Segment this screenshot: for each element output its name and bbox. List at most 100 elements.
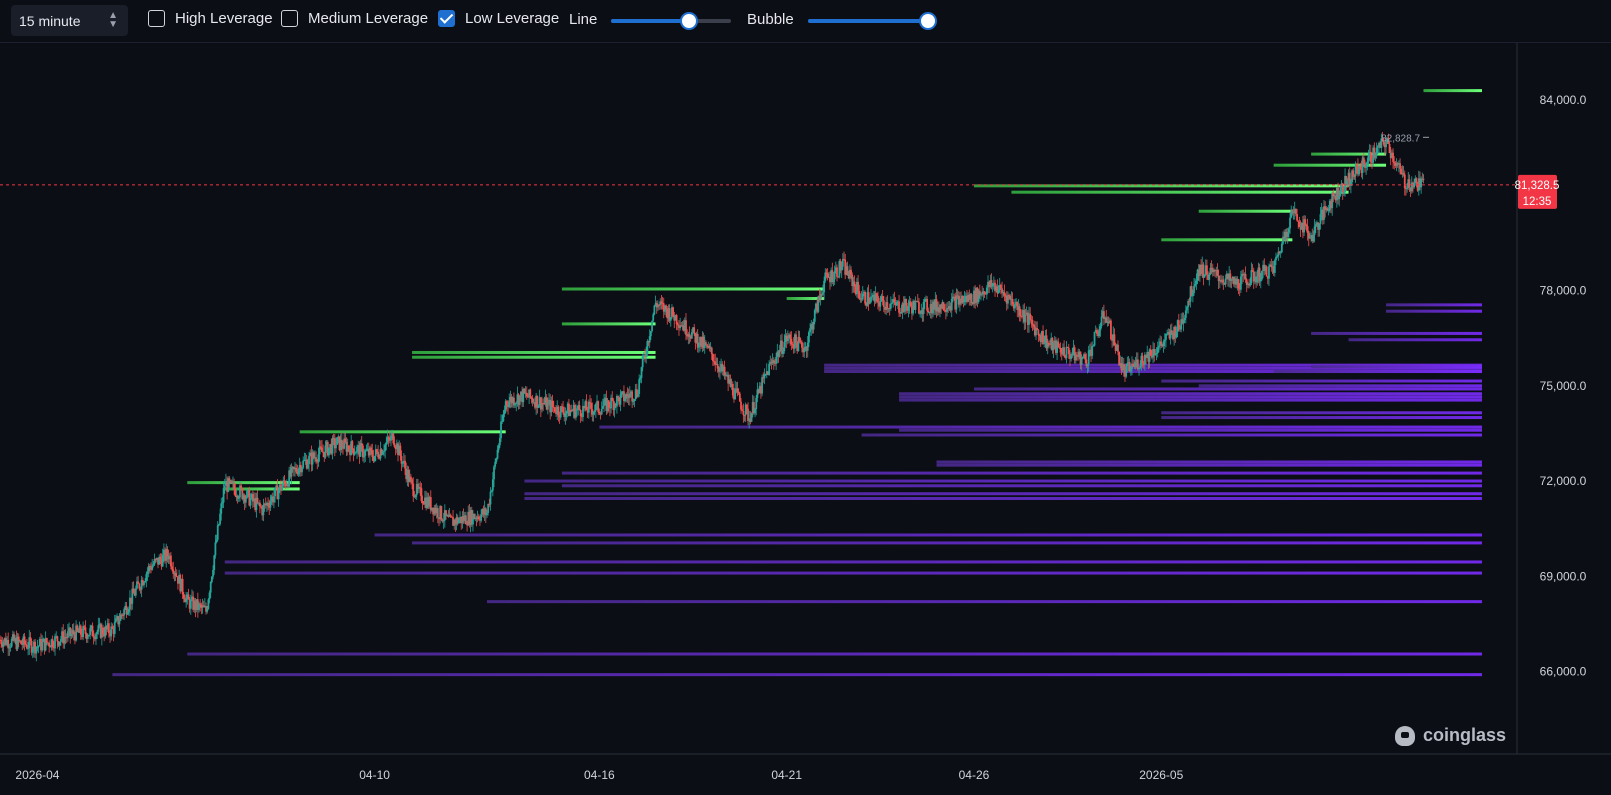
candle-body (371, 450, 374, 457)
low-leverage-checkbox[interactable]: Low Leverage (438, 10, 559, 27)
candle-body (1093, 331, 1096, 346)
candle-body (858, 290, 861, 299)
long-liquidation-line (1198, 209, 1293, 213)
interval-select[interactable]: 15 minute ▲ ▼ (11, 5, 128, 36)
candle-body (317, 454, 320, 463)
candle-body (70, 633, 73, 636)
candle-body (641, 356, 644, 368)
candle-body (414, 495, 417, 497)
coinglass-logo: coinglass (1395, 725, 1506, 746)
candle-body (420, 488, 423, 502)
line-label: Line (569, 11, 598, 28)
candle-body (1249, 283, 1252, 286)
candle-body (529, 389, 532, 398)
candle-body (1339, 187, 1342, 197)
candle-body (381, 452, 384, 455)
candle-body (745, 404, 748, 409)
short-liquidation-line (899, 392, 1482, 396)
candle-body (603, 399, 605, 407)
short-liquidation-line (936, 463, 1482, 467)
candle-body (29, 637, 32, 641)
candle-body (795, 334, 797, 343)
candle-body (308, 455, 310, 465)
candle-body (515, 402, 518, 404)
candle-body (768, 364, 771, 376)
candle-body (480, 514, 483, 521)
candle-body (134, 588, 137, 596)
candle-body (653, 305, 656, 315)
candle-body (336, 437, 339, 445)
candle-body (1014, 304, 1016, 309)
candle-body (853, 281, 856, 287)
candle-body (445, 510, 447, 516)
candle-body (1100, 316, 1103, 327)
candle-body (626, 394, 629, 397)
chevron-updown-icon: ▲ ▼ (108, 10, 118, 30)
candle-body (833, 271, 836, 280)
candle-body (166, 549, 169, 557)
bubble-slider[interactable] (808, 12, 937, 30)
bubble-slider-handle[interactable] (919, 12, 937, 30)
candle-body (1134, 361, 1137, 367)
candle-body (1261, 270, 1263, 280)
candle-body (58, 641, 61, 646)
candle-body (950, 298, 953, 311)
candle-body (778, 349, 781, 357)
candle-body (1314, 224, 1317, 227)
candle-body (1342, 192, 1345, 194)
candle-body (97, 625, 100, 632)
candle-body (505, 401, 508, 405)
candle-body (84, 627, 87, 634)
price-countdown: 12:35 (1523, 196, 1552, 208)
bubble-label: Bubble (747, 11, 794, 28)
candle-body (92, 636, 95, 638)
candle-body (384, 444, 387, 452)
candle-body (315, 457, 317, 462)
candle-body (230, 480, 233, 484)
candle-body (210, 576, 213, 582)
candle-body (704, 342, 707, 345)
candle-body (928, 312, 931, 314)
medium-leverage-checkbox[interactable]: Medium Leverage (281, 10, 428, 27)
candle-body (812, 321, 815, 330)
candle-body (712, 353, 714, 362)
candle-body (640, 367, 643, 378)
short-liquidation-line (524, 479, 1482, 483)
candle-body (1149, 349, 1152, 356)
checkmark-icon (438, 10, 455, 27)
candle-body (54, 636, 56, 649)
candle-body (898, 301, 900, 313)
candle-body (1110, 320, 1112, 340)
candle-body (1415, 178, 1418, 184)
candle-body (518, 395, 521, 405)
candle-body (914, 301, 917, 310)
high-leverage-checkbox[interactable]: High Leverage (148, 10, 273, 27)
candle-body (491, 479, 494, 491)
candle-body (363, 455, 365, 458)
candle-body (1402, 173, 1405, 175)
time-axis-label: 2026-05 (1139, 768, 1183, 782)
candle-body (212, 569, 214, 577)
candle-body (1063, 347, 1066, 356)
candle-body (1203, 274, 1206, 278)
long-liquidation-line (299, 430, 506, 434)
candle-body (102, 627, 104, 635)
candle-body (1292, 211, 1295, 214)
candle-body (565, 411, 568, 414)
candle-body (891, 302, 893, 304)
candle-body (340, 439, 343, 447)
line-slider[interactable] (611, 12, 731, 30)
candle-body (214, 542, 217, 556)
candle-body (89, 628, 92, 635)
candle-body (669, 317, 672, 321)
price-axis-label: 69,000.0 (1540, 569, 1587, 583)
candle-body (592, 411, 595, 415)
line-slider-handle[interactable] (680, 12, 698, 30)
candle-body (832, 279, 835, 283)
candle-body (347, 445, 350, 450)
candle-body (107, 623, 110, 634)
candle-body (652, 314, 655, 321)
candle-body (1186, 306, 1188, 311)
liquidation-map-chart[interactable]: 84,000.0 78,000.0 75,000.0 72,000.0 69,000.0… (0, 43, 1611, 795)
candle-body (841, 259, 844, 267)
